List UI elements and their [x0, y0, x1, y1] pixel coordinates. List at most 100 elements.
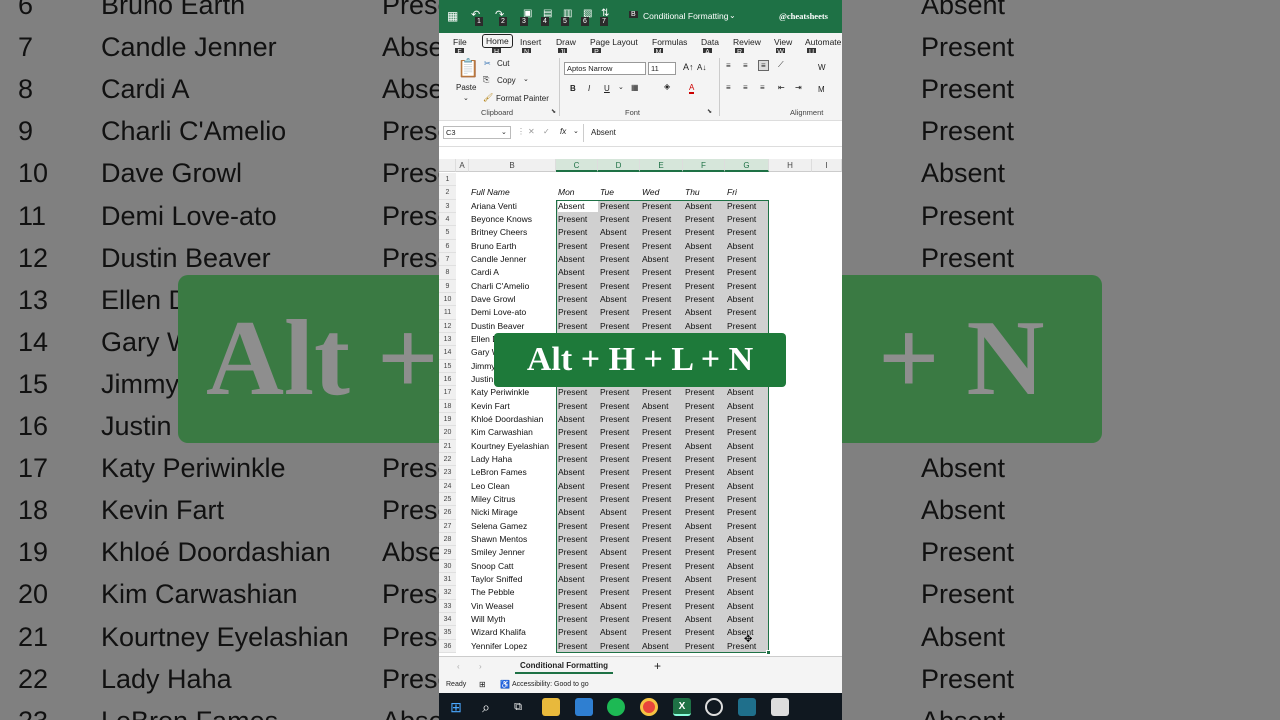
- attendance-cell[interactable]: Present: [598, 253, 640, 266]
- attendance-cell[interactable]: Present: [598, 200, 640, 213]
- attendance-cell[interactable]: Present: [556, 386, 598, 399]
- sheet-tab-conditional-formatting[interactable]: Conditional Formatting: [515, 661, 613, 674]
- accessibility-status[interactable]: Accessibility: Good to go: [512, 681, 589, 688]
- name-cell[interactable]: Kourtney Eyelashian: [469, 440, 556, 453]
- attendance-cell[interactable]: Present: [640, 213, 683, 226]
- font-launcher-icon[interactable]: ⬊: [707, 108, 712, 115]
- attendance-cell[interactable]: Present: [640, 240, 683, 253]
- name-cell[interactable]: Britney Cheers: [469, 226, 556, 239]
- row-header[interactable]: 19: [439, 412, 456, 427]
- name-cell[interactable]: Demi Love-ato: [469, 306, 556, 319]
- attendance-cell[interactable]: Present: [640, 546, 683, 559]
- excel-logo-icon[interactable]: ▦: [447, 9, 458, 23]
- row-header[interactable]: 31: [439, 572, 456, 587]
- attendance-cell[interactable]: Present: [598, 480, 640, 493]
- attendance-cell[interactable]: Present: [556, 400, 598, 413]
- tab-page-layout[interactable]: Page Layout: [590, 37, 638, 47]
- attendance-cell[interactable]: Present: [640, 600, 683, 613]
- attendance-cell[interactable]: Present: [725, 493, 769, 506]
- grow-font-icon[interactable]: A↑: [683, 62, 694, 72]
- excel-taskbar-icon[interactable]: X: [673, 698, 691, 716]
- attendance-cell[interactable]: Absent: [725, 466, 769, 479]
- chevron-down-icon[interactable]: ⌄: [523, 75, 529, 83]
- attendance-cell[interactable]: Absent: [725, 600, 769, 613]
- attendance-cell[interactable]: Present: [556, 546, 598, 559]
- task-view-icon[interactable]: ⧉: [509, 698, 527, 716]
- attendance-cell[interactable]: Absent: [725, 560, 769, 573]
- attendance-cell[interactable]: Present: [683, 560, 725, 573]
- attendance-cell[interactable]: Absent: [598, 626, 640, 639]
- name-cell[interactable]: Smiley Jenner: [469, 546, 556, 559]
- attendance-cell[interactable]: Present: [556, 560, 598, 573]
- bold-button[interactable]: B: [570, 84, 576, 93]
- attendance-cell[interactable]: Present: [640, 573, 683, 586]
- attendance-cell[interactable]: Present: [683, 266, 725, 279]
- attendance-cell[interactable]: Absent: [640, 640, 683, 653]
- attendance-cell[interactable]: Absent: [683, 573, 725, 586]
- attendance-cell[interactable]: Present: [640, 466, 683, 479]
- attendance-cell[interactable]: Present: [556, 240, 598, 253]
- header-mon[interactable]: Mon: [556, 186, 598, 199]
- row-header[interactable]: 11: [439, 306, 456, 320]
- app-icon[interactable]: [738, 698, 756, 716]
- next-sheet-icon[interactable]: ›: [479, 662, 482, 671]
- header-fri[interactable]: Fri: [725, 186, 769, 199]
- add-sheet-button[interactable]: +: [654, 659, 661, 673]
- column-header-f[interactable]: F: [683, 159, 725, 172]
- attendance-cell[interactable]: Present: [556, 640, 598, 653]
- attendance-cell[interactable]: Present: [725, 520, 769, 533]
- attendance-cell[interactable]: Absent: [683, 306, 725, 319]
- name-cell[interactable]: Will Myth: [469, 613, 556, 626]
- font-name-select[interactable]: Aptos Narrow: [564, 62, 646, 75]
- row-header[interactable]: 30: [439, 559, 456, 573]
- attendance-cell[interactable]: Present: [683, 480, 725, 493]
- attendance-cell[interactable]: Present: [598, 440, 640, 453]
- attendance-cell[interactable]: Present: [725, 573, 769, 586]
- attendance-cell[interactable]: Present: [640, 426, 683, 439]
- column-header-d[interactable]: D: [598, 159, 640, 172]
- attendance-cell[interactable]: Absent: [725, 613, 769, 626]
- attendance-cell[interactable]: Present: [556, 626, 598, 639]
- attendance-cell[interactable]: Absent: [598, 293, 640, 306]
- attendance-cell[interactable]: Present: [683, 533, 725, 546]
- row-header[interactable]: 18: [439, 399, 456, 413]
- attendance-cell[interactable]: Present: [683, 506, 725, 519]
- attendance-cell[interactable]: Present: [598, 280, 640, 293]
- attendance-cell[interactable]: Present: [598, 533, 640, 546]
- align-top-icon[interactable]: ≡: [726, 61, 731, 70]
- cut-icon[interactable]: ✂: [484, 59, 491, 68]
- row-header[interactable]: 36: [439, 639, 456, 653]
- document-title[interactable]: Conditional Formatting: [643, 11, 729, 21]
- row-header[interactable]: 10: [439, 292, 456, 307]
- attendance-cell[interactable]: Present: [556, 293, 598, 306]
- chevron-down-icon[interactable]: ⌄: [729, 11, 736, 20]
- row-header[interactable]: 26: [439, 506, 456, 520]
- name-cell[interactable]: Kim Carwashian: [469, 426, 556, 439]
- align-left-icon[interactable]: ≡: [726, 83, 731, 92]
- name-cell[interactable]: Katy Periwinkle: [469, 386, 556, 399]
- attendance-cell[interactable]: Present: [725, 253, 769, 266]
- column-header-i[interactable]: I: [812, 159, 842, 172]
- attendance-cell[interactable]: Present: [556, 280, 598, 293]
- row-header[interactable]: 23: [439, 466, 456, 480]
- row-header[interactable]: 20: [439, 426, 456, 440]
- attendance-cell[interactable]: Present: [683, 546, 725, 559]
- row-header[interactable]: 16: [439, 372, 456, 387]
- attendance-cell[interactable]: Present: [725, 213, 769, 226]
- name-cell[interactable]: Snoop Catt: [469, 560, 556, 573]
- attendance-cell[interactable]: Present: [640, 413, 683, 426]
- row-header[interactable]: 35: [439, 626, 456, 640]
- file-explorer-icon[interactable]: [542, 698, 560, 716]
- attendance-cell[interactable]: Present: [683, 253, 725, 266]
- attendance-cell[interactable]: Present: [683, 386, 725, 399]
- chrome-icon[interactable]: [640, 698, 658, 716]
- attendance-cell[interactable]: Absent: [556, 506, 598, 519]
- column-header-a[interactable]: A: [456, 159, 469, 172]
- attendance-cell[interactable]: Present: [725, 266, 769, 279]
- attendance-cell[interactable]: Present: [725, 320, 769, 333]
- attendance-cell[interactable]: Present: [556, 426, 598, 439]
- name-cell[interactable]: The Pebble: [469, 586, 556, 599]
- attendance-cell[interactable]: Absent: [598, 506, 640, 519]
- tab-insert[interactable]: Insert: [520, 37, 541, 47]
- orientation-icon[interactable]: ⟋: [778, 60, 784, 70]
